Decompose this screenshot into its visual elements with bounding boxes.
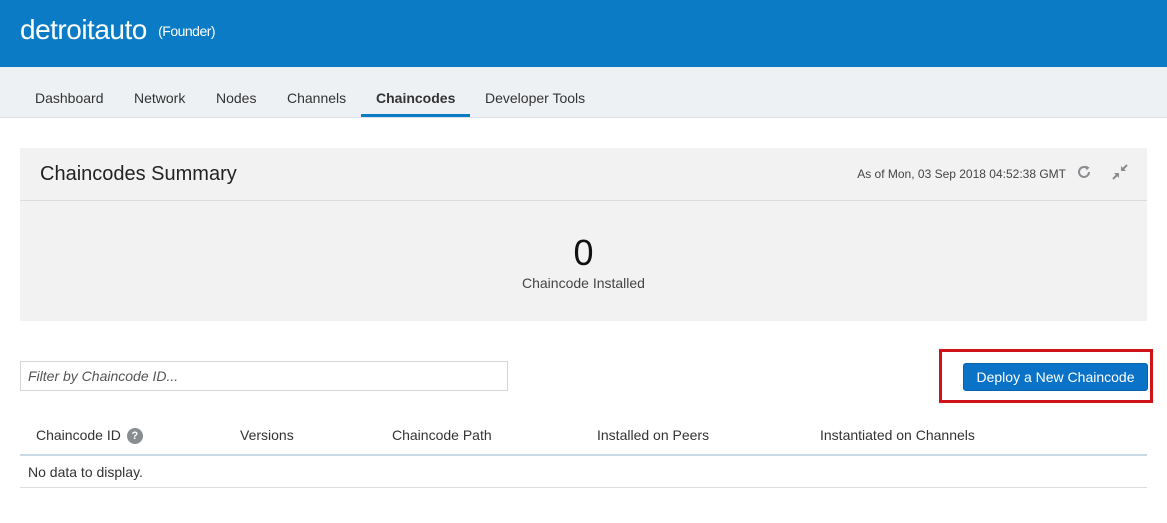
column-header-label: Chaincode ID	[36, 427, 121, 443]
summary-title: Chaincodes Summary	[40, 163, 237, 185]
main-nav-tabs: Dashboard Network Nodes Channels Chainco…	[0, 67, 1167, 118]
tab-developer-tools[interactable]: Developer Tools	[485, 67, 585, 117]
tab-nodes[interactable]: Nodes	[216, 67, 256, 117]
tab-channels[interactable]: Channels	[287, 67, 346, 117]
table-row-divider	[20, 487, 1147, 488]
column-header-chaincode-path[interactable]: Chaincode Path	[392, 427, 492, 443]
column-header-chaincode-id[interactable]: Chaincode ID?	[36, 427, 143, 444]
org-title: detroitauto (Founder)	[20, 14, 216, 46]
chaincode-filter-input[interactable]	[20, 361, 508, 391]
chaincode-count-label: Chaincode Installed	[522, 275, 645, 291]
deploy-new-chaincode-button[interactable]: Deploy a New Chaincode	[963, 363, 1148, 391]
collapse-icon[interactable]	[1110, 162, 1130, 182]
as-of-timestamp: As of Mon, 03 Sep 2018 04:52:38 GMT	[857, 167, 1066, 181]
column-header-versions[interactable]: Versions	[240, 427, 294, 443]
summary-header: Chaincodes Summary As of Mon, 03 Sep 201…	[20, 148, 1147, 201]
column-header-instantiated-on-channels[interactable]: Instantiated on Channels	[820, 427, 975, 443]
empty-table-message: No data to display.	[28, 464, 143, 480]
chaincodes-summary-panel: Chaincodes Summary As of Mon, 03 Sep 201…	[20, 148, 1147, 321]
chaincode-count: 0	[573, 232, 594, 273]
org-name: detroitauto	[20, 14, 147, 45]
refresh-icon[interactable]	[1074, 162, 1094, 182]
help-icon[interactable]: ?	[126, 428, 143, 444]
org-role: (Founder)	[158, 23, 216, 39]
tab-chaincodes[interactable]: Chaincodes	[361, 67, 471, 117]
tab-dashboard[interactable]: Dashboard	[35, 67, 104, 117]
tab-network[interactable]: Network	[134, 67, 185, 117]
app-header: detroitauto (Founder)	[0, 0, 1167, 67]
column-header-installed-on-peers[interactable]: Installed on Peers	[597, 427, 709, 443]
table-header-divider	[20, 454, 1147, 456]
